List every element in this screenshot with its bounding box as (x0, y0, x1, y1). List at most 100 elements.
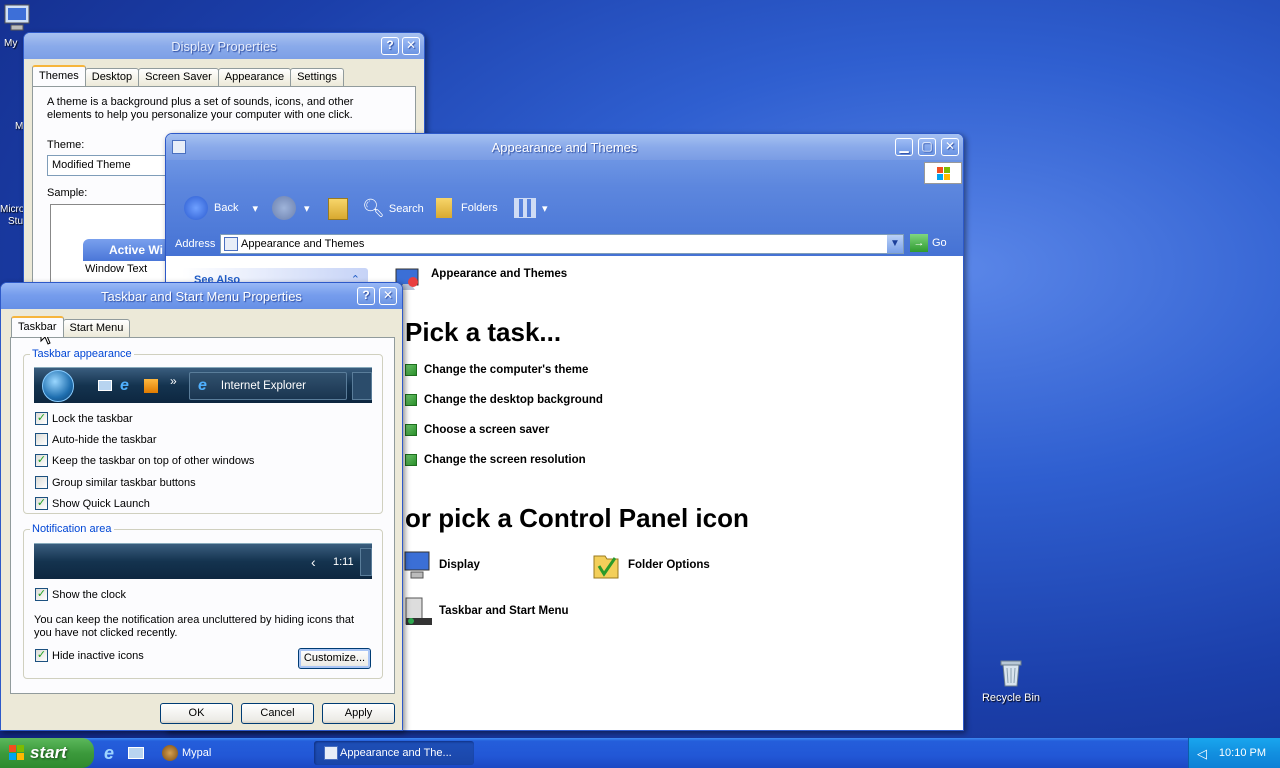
theme-label: Theme: (47, 139, 85, 151)
display-properties-help-button[interactable]: ? (381, 37, 399, 55)
task-choose-screensaver[interactable]: Choose a screen saver (405, 424, 549, 436)
recycle-bin-desktop-icon[interactable]: Recycle Bin (976, 656, 1046, 704)
display-properties-titlebar[interactable]: Display Properties ? ✕ (24, 33, 424, 59)
tray-preview: ‹ 1:11 (34, 543, 372, 579)
notification-area-legend: Notification area (32, 523, 112, 535)
cp-icon-folder-options[interactable]: Folder Options (591, 548, 710, 582)
start-orb-icon (42, 370, 74, 402)
taskbar-appearance-legend: Taskbar appearance (32, 348, 132, 360)
forward-button[interactable]: ▾ (272, 196, 310, 220)
task-change-background[interactable]: Change the desktop background (405, 394, 603, 406)
explorer-minimize-button[interactable]: ▁ (895, 138, 913, 156)
sample-label: Sample: (47, 187, 88, 199)
explorer-close-button[interactable]: ✕ (941, 138, 959, 156)
cancel-button[interactable]: Cancel (241, 703, 314, 724)
pick-task-heading: Pick a task... (405, 317, 562, 347)
explorer-menu-bar[interactable] (166, 160, 963, 186)
up-folder-button[interactable] (328, 198, 348, 220)
back-dropdown-icon[interactable]: ▾ (252, 202, 258, 215)
mypal-app-icon (162, 745, 178, 761)
apply-button[interactable]: Apply (322, 703, 395, 724)
windows-flag-icon (9, 745, 25, 761)
task-change-theme[interactable]: Change the computer's theme (405, 364, 588, 376)
display-properties-close-button[interactable]: ✕ (402, 37, 420, 55)
ok-button[interactable]: OK (160, 703, 233, 724)
desktop-edge-label-micro: Micro (0, 204, 25, 215)
keep-on-top-checkbox[interactable]: ✓ Keep the taskbar on top of other window… (35, 454, 254, 467)
task-arrow-icon (405, 424, 417, 436)
tab-start-menu[interactable]: Start Menu (62, 319, 131, 337)
go-arrow-icon: → (910, 234, 928, 252)
category-header: Appearance and Themes (431, 268, 568, 280)
lock-taskbar-checkbox[interactable]: ✓ Lock the taskbar (35, 412, 133, 425)
forward-dropdown-icon[interactable]: ▾ (304, 202, 310, 215)
go-button[interactable]: → Go (910, 234, 947, 252)
folders-icon (436, 198, 452, 218)
sample-window-text: Window Text (85, 263, 148, 275)
media-player-icon (144, 379, 158, 393)
address-input[interactable]: Appearance and Themes ▼ (220, 234, 904, 254)
folder-window-icon (172, 140, 186, 154)
pick-icon-heading: or pick a Control Panel icon (405, 503, 749, 533)
tab-themes[interactable]: Themes (32, 65, 86, 86)
address-bar: Address Appearance and Themes ▼ → Go (166, 232, 963, 256)
desktop-edge-label-stu: Stu (8, 216, 24, 227)
show-desktop-taskbar-icon[interactable] (128, 747, 144, 759)
quicklaunch-more-icon: » (170, 374, 177, 388)
ie-quicklaunch-taskbar-icon[interactable]: e (104, 743, 114, 764)
show-clock-checkmark: ✓ (35, 588, 48, 601)
ie-icon: e (198, 377, 207, 394)
quick-launch-checkmark: ✓ (35, 497, 48, 510)
show-clock-checkbox[interactable]: ✓ Show the clock (35, 588, 126, 601)
auto-hide-checkbox[interactable]: Auto-hide the taskbar (35, 433, 157, 446)
views-icon (514, 198, 536, 218)
recycle-bin-icon (995, 656, 1027, 688)
address-dropdown-icon[interactable]: ▼ (887, 235, 903, 253)
computer-icon (1, 2, 33, 34)
views-button[interactable]: ▾ (514, 198, 548, 218)
taskbar-properties-window[interactable]: Taskbar and Start Menu Properties ? ✕ Ta… (0, 282, 403, 731)
preview-ie-taskbutton: e Internet Explorer (189, 372, 347, 400)
taskbar-properties-help-button[interactable]: ? (357, 287, 375, 305)
cp-icon-display[interactable]: Display (402, 548, 480, 582)
explorer-titlebar[interactable]: Appearance and Themes ▁ ▢ ✕ (166, 134, 963, 160)
tab-settings[interactable]: Settings (290, 68, 344, 86)
task-change-resolution[interactable]: Change the screen resolution (405, 454, 586, 466)
taskbar-properties-close-button[interactable]: ✕ (379, 287, 397, 305)
explorer-maximize-button[interactable]: ▢ (918, 138, 936, 156)
lock-taskbar-checkmark: ✓ (35, 412, 48, 425)
start-button[interactable]: start (0, 738, 94, 768)
hide-inactive-checkbox[interactable]: ✓ Hide inactive icons (35, 649, 144, 662)
taskbar-button-mypal[interactable]: Mypal (156, 741, 306, 765)
tab-taskbar[interactable]: Taskbar (11, 316, 64, 337)
theme-select-value: Modified Theme (52, 159, 131, 171)
taskbar-button-appearance-themes[interactable]: Appearance and The... (314, 741, 474, 765)
show-quick-launch-checkbox[interactable]: ✓ Show Quick Launch (35, 497, 150, 510)
group-buttons-checkbox[interactable]: Group similar taskbar buttons (35, 476, 196, 489)
my-computer-label: My (4, 38, 18, 49)
address-folder-icon (224, 237, 238, 251)
system-tray: ◁ 10:10 PM (1188, 738, 1280, 768)
tab-appearance[interactable]: Appearance (217, 68, 292, 86)
folders-button[interactable]: Folders (436, 198, 498, 218)
taskbar-properties-title: Taskbar and Start Menu Properties (101, 288, 302, 304)
explorer-toolbar: Back ▾ ▾ 🔍︎ Search Folders ▾ (166, 186, 963, 232)
search-icon: 🔍︎ (362, 198, 385, 218)
tab-desktop[interactable]: Desktop (84, 68, 140, 86)
cp-icon-taskbar-start-menu[interactable]: Taskbar and Start Menu (402, 594, 569, 628)
show-desktop-icon (98, 380, 112, 391)
ie-quicklaunch-icon: e (120, 377, 129, 394)
tab-screen-saver[interactable]: Screen Saver (138, 68, 219, 86)
taskbar-properties-titlebar[interactable]: Taskbar and Start Menu Properties ? ✕ (1, 283, 402, 309)
search-button[interactable]: 🔍︎ Search (362, 198, 424, 219)
folder-taskbar-icon (324, 746, 338, 760)
windows-logo-icon (924, 162, 962, 184)
volume-icon[interactable]: ◁ (1197, 746, 1207, 762)
folder-options-icon (593, 555, 619, 579)
customize-button[interactable]: Customize... (298, 648, 371, 669)
back-button[interactable]: Back ▾ (184, 196, 258, 220)
taskbar-preview: e » e Internet Explorer (34, 367, 372, 403)
forward-arrow-icon (272, 196, 296, 220)
explorer-title: Appearance and Themes (491, 139, 638, 155)
notification-description: You can keep the notification area unclu… (34, 614, 355, 639)
